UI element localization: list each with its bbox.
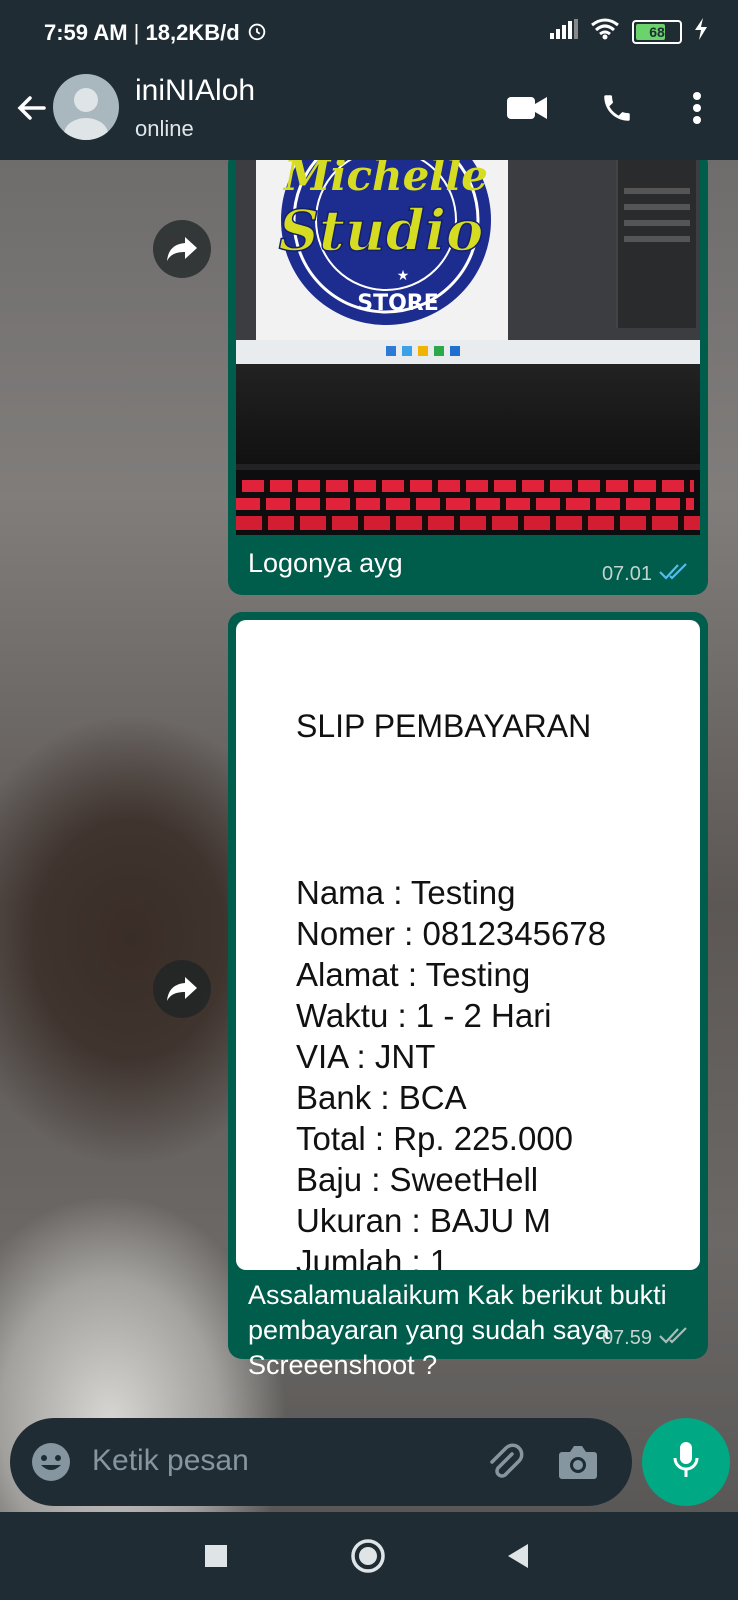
network-speed: 18,2KB/d [145, 20, 240, 45]
contact-name[interactable]: iniNIAloh [135, 74, 255, 108]
slip-title: SLIP PEMBAYARAN [296, 708, 592, 744]
logo-text-store: STORE [357, 291, 439, 316]
camera-icon[interactable] [558, 1444, 598, 1485]
alarm-icon [246, 20, 268, 48]
slip-line: Bank : BCA [296, 1079, 467, 1116]
message-composer[interactable]: Ketik pesan [10, 1418, 632, 1506]
message-image-payment-slip[interactable]: SLIP PEMBAYARAN Nama : Testing Nomer : 0… [236, 620, 700, 1270]
svg-text:★: ★ [397, 267, 410, 283]
message-meta: 07.01 [602, 562, 690, 586]
message-input[interactable]: Ketik pesan [92, 1444, 249, 1478]
more-options-icon[interactable] [675, 86, 719, 130]
logo-text-michelle: Michelle [282, 160, 488, 200]
slip-line: VIA : JNT [296, 1038, 436, 1075]
slip-line: Waktu : 1 - 2 Hari [296, 997, 552, 1034]
signal-icon [550, 19, 578, 44]
video-call-icon[interactable] [505, 86, 549, 130]
battery-level: 68 [649, 23, 665, 40]
message-time: 07.01 [601, 562, 652, 585]
status-time: 7:59 AM | 18,2KB/d [44, 20, 268, 48]
back-nav-icon[interactable] [506, 1542, 530, 1575]
emoji-icon[interactable] [30, 1441, 72, 1488]
forward-icon[interactable] [153, 960, 211, 1018]
message-bubble-1[interactable]: Michelle Studio STORE ★ Logonya ayg 07.0… [228, 160, 708, 595]
message-meta: 07.59 [602, 1326, 690, 1350]
slip-line: Nama : Testing [296, 874, 516, 911]
double-check-delivered-icon [658, 1326, 690, 1350]
slip-details: Nama : Testing Nomer : 0812345678 Alamat… [296, 872, 606, 1270]
contact-status: online [135, 116, 194, 141]
battery-icon: 68 [632, 19, 682, 44]
slip-line: Jumlah : 1 [296, 1243, 449, 1270]
slip-line: Alamat : Testing [296, 956, 531, 993]
home-icon[interactable] [350, 1538, 386, 1579]
clock: 7:59 AM [44, 20, 128, 45]
phone-call-icon[interactable] [595, 86, 639, 130]
slip-line: Nomer : 0812345678 [296, 915, 607, 952]
message-time: 07.59 [601, 1326, 652, 1349]
recents-icon[interactable] [204, 1544, 228, 1573]
message-image-logo[interactable]: Michelle Studio STORE ★ [236, 160, 700, 535]
slip-line: Ukuran : BAJU M [296, 1202, 551, 1239]
logo-text-studio: Studio [279, 198, 484, 264]
microphone-icon [671, 1440, 701, 1485]
chat-area: Michelle Studio STORE ★ Logonya ayg 07.0… [0, 160, 738, 1512]
studio-logo-image: Michelle Studio STORE ★ [278, 160, 491, 325]
chat-header: iniNIAloh online [0, 66, 738, 160]
system-nav-bar [0, 1512, 738, 1600]
message-caption: Logonya ayg [248, 548, 403, 578]
double-check-read-icon [658, 562, 690, 586]
voice-record-button[interactable] [642, 1418, 730, 1506]
slip-line: Total : Rp. 225.000 [296, 1120, 574, 1157]
back-arrow-icon[interactable] [12, 88, 52, 128]
forward-icon[interactable] [153, 220, 211, 278]
message-bubble-2[interactable]: SLIP PEMBAYARAN Nama : Testing Nomer : 0… [228, 612, 708, 1380]
avatar[interactable] [53, 74, 119, 140]
charging-icon [694, 18, 708, 45]
wifi-icon [590, 18, 620, 45]
status-bar: 7:59 AM | 18,2KB/d 68 [0, 0, 738, 66]
slip-line: Baju : SweetHell [296, 1161, 539, 1198]
attach-icon[interactable] [482, 1440, 526, 1489]
